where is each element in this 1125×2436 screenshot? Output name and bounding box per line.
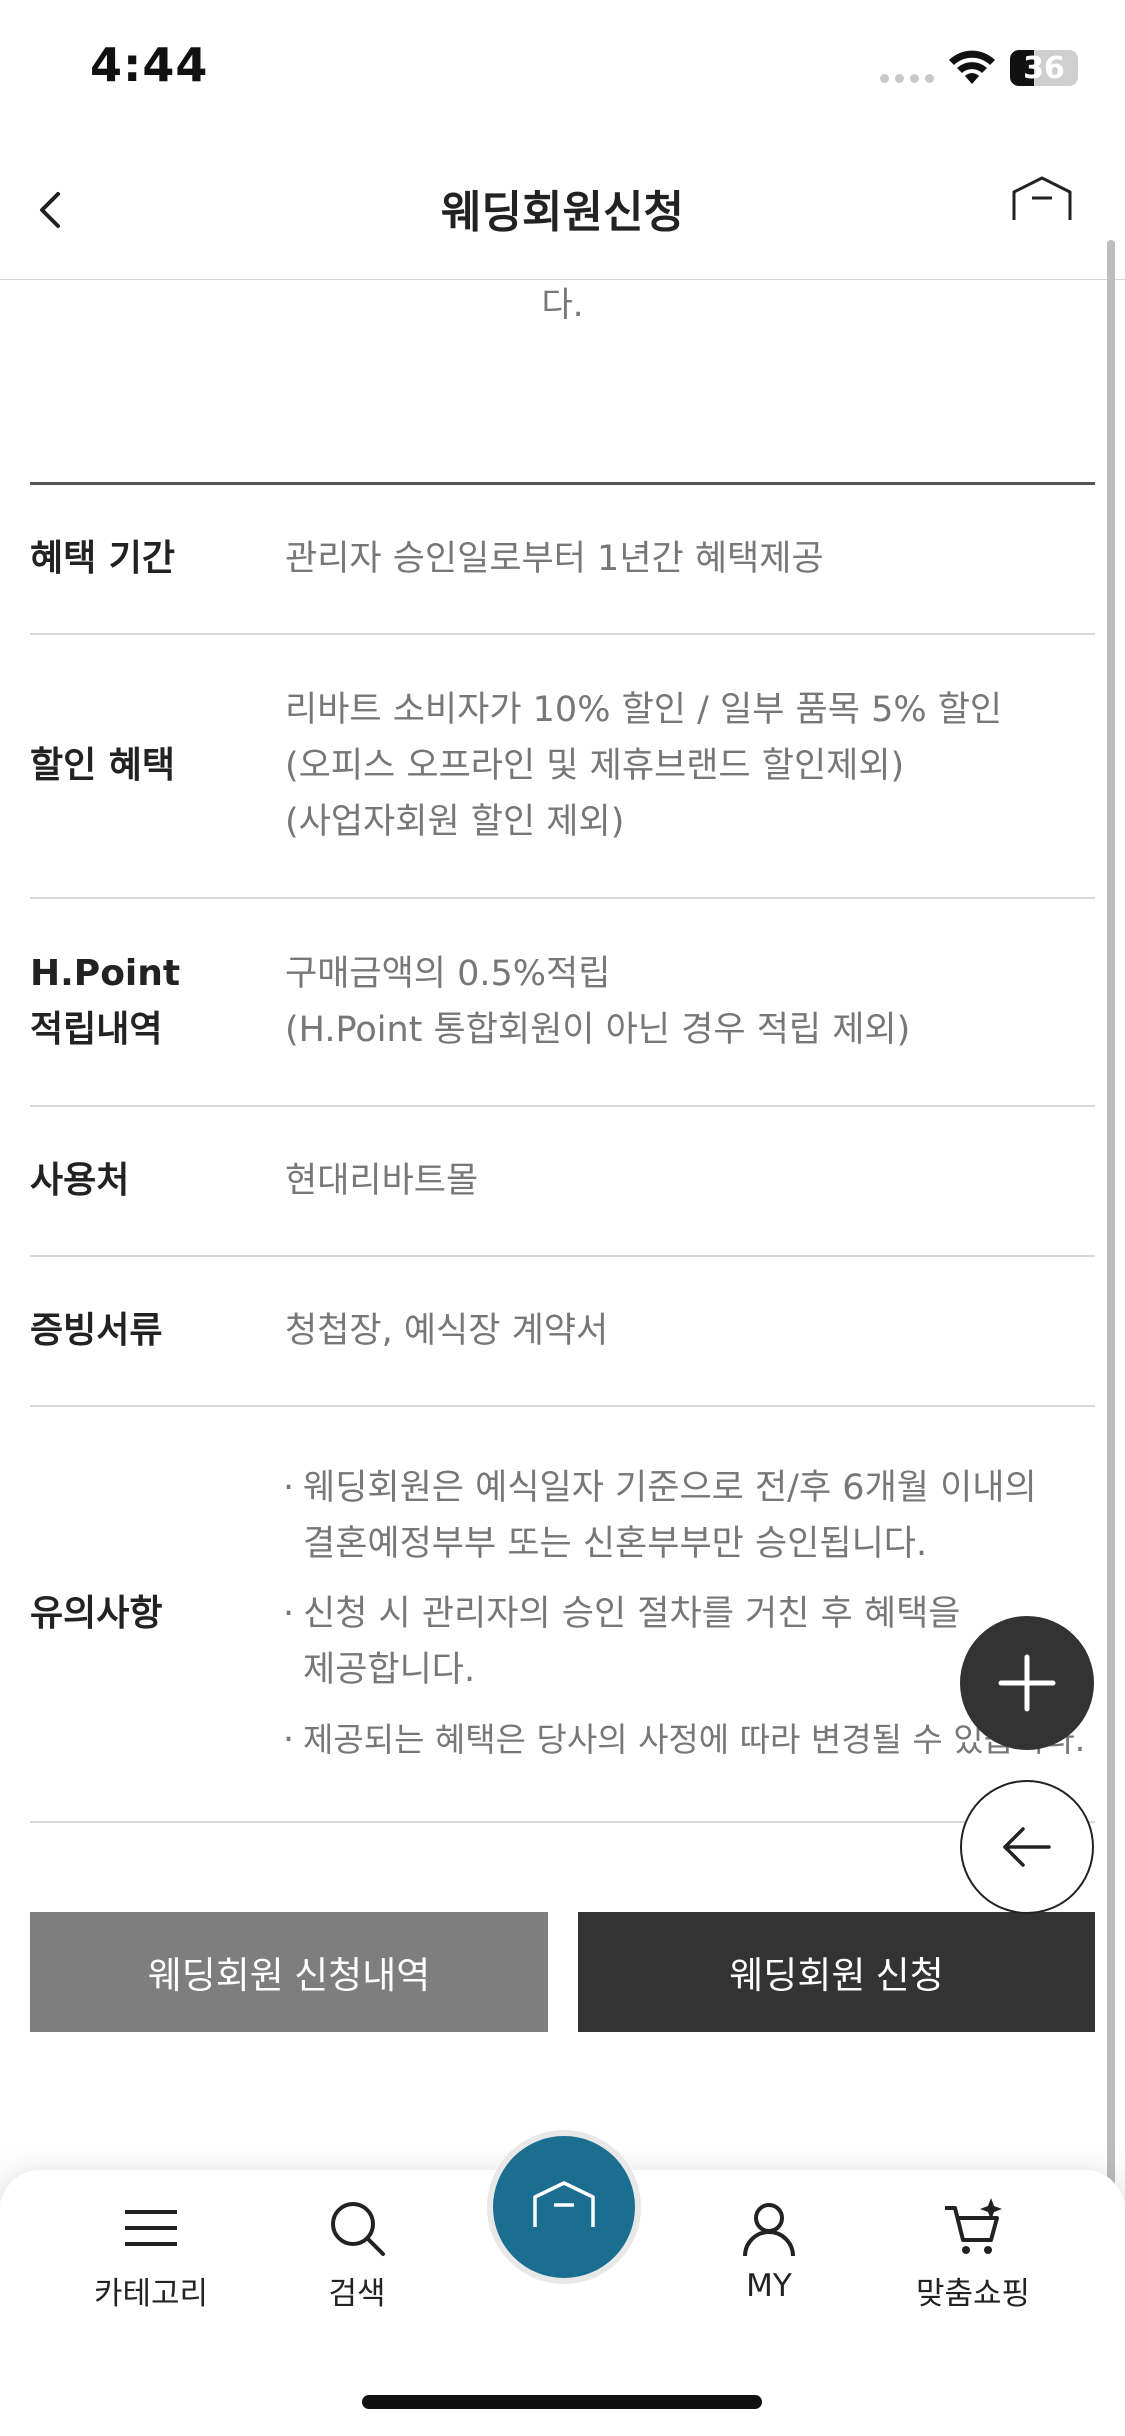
status-time: 4:44 [90, 38, 209, 92]
cart-sparkle-icon [945, 2198, 1002, 2254]
plus-icon [998, 1654, 1056, 1712]
home-icon [533, 2181, 595, 2227]
home-icon[interactable] [1010, 174, 1074, 230]
nav-label: MY [746, 2268, 792, 2304]
previous-content-text: 다. [541, 285, 584, 325]
wedding-application-history-button[interactable]: 웨딩회원 신청내역 [30, 1912, 548, 2032]
arrow-left-icon [1003, 1827, 1051, 1867]
battery-icon: 36 [1010, 50, 1078, 86]
row-value: 관리자 승인일로부터 1년간 혜택제공 [285, 539, 824, 579]
scrollbar[interactable] [1107, 240, 1115, 2325]
floating-plus-button[interactable] [960, 1616, 1094, 1750]
row-label: 유의사항 [30, 1593, 163, 1634]
nav-label: 맞춤쇼핑 [915, 2276, 1031, 2312]
benefit-row-discount: 할인 혜택 리바트 소비자가 10% 할인 / 일부 품목 5% 할인 (오피스… [30, 635, 1095, 899]
row-label: 사용처 [30, 1160, 130, 1201]
nav-category[interactable]: 카테고리 [66, 2196, 236, 2326]
wedding-apply-button[interactable]: 웨딩회원 신청 [578, 1912, 1095, 2032]
cellular-signal-icon [880, 74, 934, 83]
row-label: 증빙서류 [30, 1310, 163, 1351]
app-header: 웨딩회원신청 [0, 140, 1125, 280]
row-label: H.Point 적립내역 [30, 953, 181, 1050]
nav-label: 카테고리 [93, 2276, 209, 2312]
list-item: 웨딩회원은 예식일자 기준으로 전/후 6개월 이내의 결혼예정부부 또는 신혼… [283, 1460, 1095, 1572]
nav-home-button[interactable] [487, 2130, 641, 2284]
benefit-table: 혜택 기간 관리자 승인일로부터 1년간 혜택제공 할인 혜택 리바트 소비자가… [30, 482, 1095, 1823]
user-icon [743, 2203, 795, 2257]
nav-my[interactable]: MY [684, 2196, 854, 2326]
floating-back-button[interactable] [960, 1780, 1094, 1914]
wifi-icon [949, 50, 995, 84]
benefit-row-hpoint: H.Point 적립내역 구매금액의 0.5%적립 (H.Point 통합회원이… [30, 899, 1095, 1107]
row-value: 청첩장, 예식장 계약서 [285, 1311, 609, 1351]
nav-label: 검색 [328, 2276, 386, 2312]
benefit-row-notes: 유의사항 웨딩회원은 예식일자 기준으로 전/후 6개월 이내의 결혼예정부부 … [30, 1407, 1095, 1823]
row-value: 리바트 소비자가 10% 할인 / 일부 품목 5% 할인 (오피스 오프라인 … [285, 690, 1003, 842]
benefit-row-period: 혜택 기간 관리자 승인일로부터 1년간 혜택제공 [30, 485, 1095, 635]
page-title: 웨딩회원신청 [441, 187, 684, 238]
battery-level: 36 [1023, 50, 1065, 86]
home-indicator [362, 2395, 762, 2409]
nav-search[interactable]: 검색 [272, 2196, 442, 2326]
search-icon [331, 2202, 385, 2256]
nav-custom-shopping[interactable]: 맞춤쇼핑 [888, 2196, 1058, 2326]
row-label: 할인 혜택 [30, 745, 176, 786]
row-value: 구매금액의 0.5%적립 (H.Point 통합회원이 아닌 경우 적립 제외) [285, 954, 911, 1050]
menu-icon [125, 2210, 177, 2246]
status-bar: 4:44 36 [0, 0, 1125, 140]
row-label: 혜택 기간 [30, 538, 176, 579]
row-value: 현대리바트몰 [285, 1161, 479, 1201]
benefit-row-documents: 증빙서류 청첩장, 예식장 계약서 [30, 1257, 1095, 1407]
benefit-row-usage: 사용처 현대리바트몰 [30, 1107, 1095, 1257]
